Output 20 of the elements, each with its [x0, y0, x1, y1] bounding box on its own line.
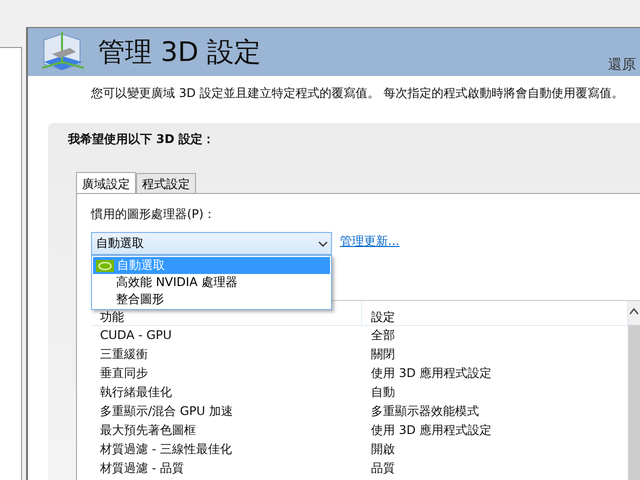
table-cell-text: 執行緒最佳化	[99, 384, 173, 401]
table-cell-text: 材質過濾 - 三線性最佳化	[99, 441, 233, 458]
table-cell-text: 品質	[370, 460, 396, 477]
description: 您可以變更廣域 3D 設定並且建立特定程式的覆寫值。 每次指定的程式啟動時將會自動使用覆寫值。	[90, 85, 624, 102]
page-title: 管理 3D 設定	[98, 36, 262, 70]
table-cell-text: 自動	[370, 384, 396, 401]
table-cell-text: 多重顯示器效能模式	[370, 403, 480, 420]
table-cell-text: CUDA - GPU	[99, 327, 173, 344]
table-cell-text: 使用 3D 應用程式設定	[370, 422, 493, 439]
table-cell-text: 材質過濾 - 品質	[99, 460, 185, 477]
table-cell-text: 使用 3D 應用程式設定	[370, 365, 493, 382]
field-label: 慣用的圖形處理器(P)：	[91, 206, 217, 223]
table-cell-text: 開啟	[370, 441, 396, 458]
table-cell-text: 最大預先著色圖框	[99, 422, 197, 439]
table-cell-text: 多重顯示/混合 GPU 加速	[99, 403, 234, 420]
table-cell-text: 關閉	[370, 346, 396, 363]
table-cell-text: 全部	[370, 327, 396, 344]
section-heading: 我希望使用以下 3D 設定：	[68, 131, 216, 148]
table-cell-text: 三重緩衝	[99, 346, 149, 363]
table-cell-text: 垂直同步	[99, 365, 149, 382]
